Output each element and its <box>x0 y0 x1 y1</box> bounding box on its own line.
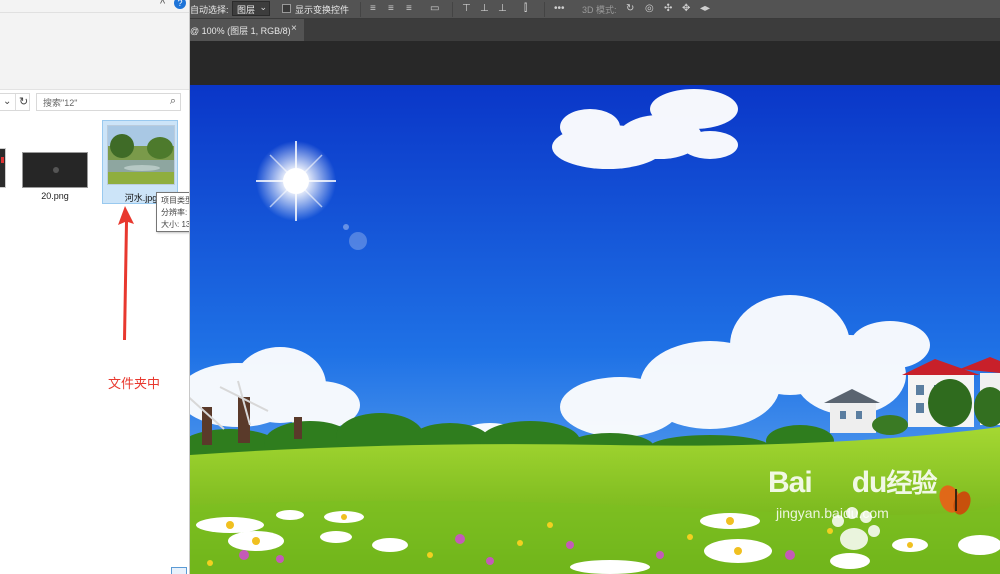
landscape-drawing <box>190 85 1000 574</box>
ribbon-divider <box>0 12 189 13</box>
more-options-icon[interactable]: ••• <box>554 2 565 16</box>
file-thumbnail-20[interactable] <box>22 152 88 188</box>
tooltip-dimensions: 分辨率: 717 x 550 <box>161 208 189 217</box>
desktop: ^ ? ⌄ ↻ 搜索"12" ⌕ 20.png 河水.jpg 项目类 分辨率: … <box>0 0 1000 574</box>
collapse-ribbon-icon[interactable]: ^ <box>160 0 165 10</box>
search-icon[interactable]: ⌕ <box>170 95 176 108</box>
large-icons-view-icon[interactable] <box>171 567 187 574</box>
file-explorer-window: ^ ? ⌄ ↻ 搜索"12" ⌕ 20.png 河水.jpg 项目类 分辨率: … <box>0 0 190 574</box>
document-tab-bar: @ 100% (图层 1, RGB/8) × <box>190 19 1000 41</box>
file-label-20[interactable]: 20.png <box>22 191 88 201</box>
scale-3d-icon[interactable]: ◂▸ <box>700 2 710 16</box>
distribute-top-icon[interactable]: ⊤ <box>462 2 471 16</box>
orbit-3d-icon[interactable]: ↻ <box>626 2 634 16</box>
landscape-image <box>190 85 1000 574</box>
thumbnail-content <box>53 167 59 173</box>
document-tab[interactable]: @ 100% (图层 1, RGB/8) × <box>190 19 304 41</box>
chevron-down-icon: ⌄ <box>259 2 267 12</box>
red-arrow-annotation <box>118 206 134 340</box>
align-top-icon[interactable]: ≡ <box>370 2 376 16</box>
close-icon[interactable]: × <box>291 23 297 34</box>
file-info-tooltip: 项目类型: JPG 文件 分辨率: 717 x 550 大小: 137 KB <box>156 192 190 232</box>
options-bar: 自动选择: 图层 ⌄ 显示变换控件 ≡ ≡ ≡ ▭ ⊤ ⊥ ⊥ ⫿ ••• 3D… <box>190 0 1000 19</box>
tooltip-type: 项目类型: JPG 文件 <box>161 196 189 205</box>
align-left-icon[interactable]: ▭ <box>430 2 439 16</box>
tooltip-size: 大小: 137 KB <box>161 220 190 229</box>
distribute-left-icon[interactable]: ⫿ <box>524 2 527 16</box>
baidu-watermark: Bai du经验 jingyan.baidu.com <box>768 463 937 521</box>
annotation-text: 文件夹中 <box>108 376 161 391</box>
chevron-down-icon[interactable]: ⌄ <box>3 94 11 110</box>
help-icon[interactable]: ? <box>174 0 186 9</box>
canvas-area[interactable]: Bai du经验 jingyan.baidu.com <box>190 41 1000 574</box>
auto-select-label: 自动选择: <box>190 5 229 15</box>
distribute-vcenter-icon[interactable]: ⊥ <box>480 2 489 16</box>
options-divider <box>452 2 453 17</box>
show-transform-label: 显示变换控件 <box>295 5 350 15</box>
three-d-mode-label: 3D 模式: <box>582 5 617 15</box>
align-bottom-icon[interactable]: ≡ <box>406 2 412 16</box>
pan-3d-icon[interactable]: ✣ <box>664 2 672 16</box>
roll-3d-icon[interactable]: ◎ <box>645 2 654 16</box>
watermark-site: jingyan.baidu.com <box>776 505 889 521</box>
options-divider <box>360 2 361 17</box>
search-input[interactable]: 搜索"12" ⌕ <box>36 93 181 111</box>
slide-3d-icon[interactable]: ✥ <box>682 2 690 16</box>
align-vcenter-icon[interactable]: ≡ <box>388 2 394 16</box>
thumbnail-mark <box>1 157 4 163</box>
auto-select-value: 图层 <box>237 5 256 15</box>
photoshop-window: 自动选择: 图层 ⌄ 显示变换控件 ≡ ≡ ≡ ▭ ⊤ ⊥ ⊥ ⫿ ••• 3D… <box>190 0 1000 574</box>
river-thumbnail-drawing <box>108 126 174 184</box>
document-tab-title: @ 100% (图层 1, RGB/8) <box>190 26 291 36</box>
options-divider <box>544 2 545 17</box>
file-thumbnail-partial[interactable] <box>0 148 6 188</box>
address-bar-tail: ⌄ ↻ <box>0 93 30 111</box>
refresh-icon[interactable]: ↻ <box>15 94 28 110</box>
watermark-brand: Bai du经验 <box>768 466 937 499</box>
auto-select-dropdown[interactable]: 图层 ⌄ <box>232 1 270 16</box>
search-placeholder: 搜索"12" <box>43 98 78 108</box>
show-transform-checkbox[interactable] <box>282 4 291 13</box>
distribute-bottom-icon[interactable]: ⊥ <box>498 2 507 16</box>
explorer-ribbon: ^ ? <box>0 0 189 90</box>
river-thumbnail-image <box>107 125 175 185</box>
